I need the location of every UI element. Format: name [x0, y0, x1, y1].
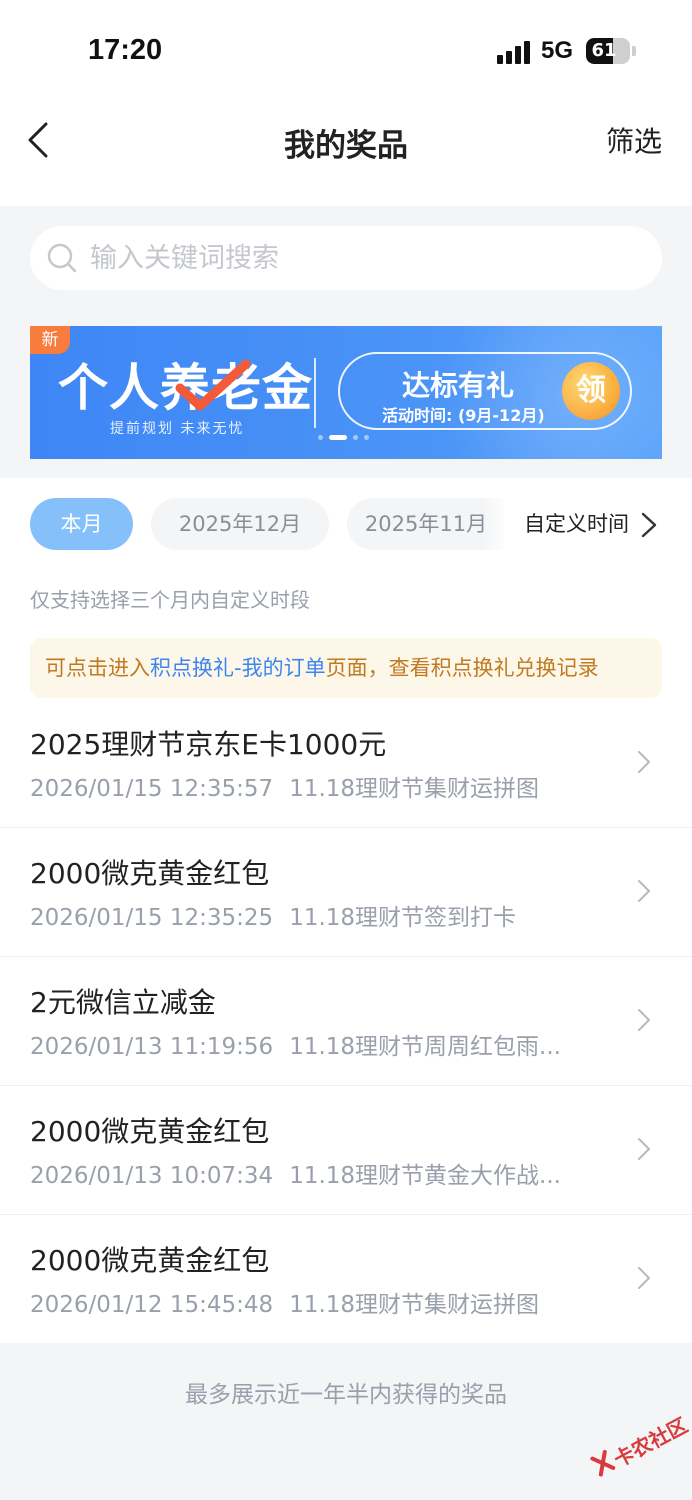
chevron-right-icon [638, 1138, 650, 1160]
prize-time: 2026/01/15 12:35:57 [30, 776, 274, 802]
nav-bar: 我的奖品 筛选 [0, 100, 692, 206]
search-icon [47, 243, 77, 273]
prize-title: 2025理财节京东E卡1000元 [30, 728, 387, 761]
prize-source: 11.18理财节黄金大作战... [289, 1163, 561, 1189]
footer-note: 最多展示近一年半内获得的奖品 [185, 1382, 507, 1408]
chevron-right-icon [638, 880, 650, 902]
prize-time: 2026/01/13 10:07:34 [30, 1163, 274, 1189]
prize-title: 2000微克黄金红包 [30, 1244, 270, 1277]
carousel-dot [353, 435, 358, 440]
prize-source: 11.18理财节集财运拼图 [289, 1292, 540, 1318]
prize-meta: 2026/01/12 15:45:48 11.18理财节集财运拼图 [30, 1285, 539, 1319]
banner-divider [314, 358, 316, 428]
prize-item[interactable]: 2000微克黄金红包 2026/01/15 12:35:25 11.18理财节签到… [0, 828, 692, 957]
prize-title: 2000微克黄金红包 [30, 857, 270, 890]
search-area: 新 个人养老金 提前规划 未来无忧 达标有礼 活动时间: (9月-12月) 领 [0, 206, 692, 478]
orders-link[interactable]: 积点换礼-我的订单 [150, 656, 326, 680]
prize-content: 本月 2025年12月 2025年11月 自定义时间 仅支持选择三个月内自定义时… [0, 478, 692, 1343]
prize-meta: 2026/01/15 12:35:25 11.18理财节签到打卡 [30, 898, 516, 932]
prize-meta: 2026/01/13 10:07:34 11.18理财节黄金大作战... [30, 1156, 561, 1190]
prize-item[interactable]: 2000微克黄金红包 2026/01/13 10:07:34 11.18理财节黄金… [0, 1086, 692, 1215]
signal-icon [497, 40, 533, 64]
custom-time-button[interactable]: 自定义时间 [524, 508, 629, 538]
chevron-right-icon [638, 751, 650, 773]
banner-cta-label: 达标有礼 [402, 369, 515, 402]
page-title: 我的奖品 [284, 128, 408, 164]
chevron-right-icon [638, 1267, 650, 1289]
prize-title: 2000微克黄金红包 [30, 1115, 270, 1148]
prize-title: 2元微信立减金 [30, 986, 216, 1019]
banner-activity-time: 活动时间: (9月-12月) [382, 406, 545, 425]
prize-meta: 2026/01/15 12:35:57 11.18理财节集财运拼图 [30, 769, 539, 803]
promo-banner[interactable]: 新 个人养老金 提前规划 未来无忧 达标有礼 活动时间: (9月-12月) 领 [30, 326, 662, 459]
watermark-text: 卡农社区 [609, 1412, 692, 1472]
carousel-indicator [318, 435, 375, 441]
chip-this-month[interactable]: 本月 [30, 498, 133, 550]
prize-source: 11.18理财节周周红包雨... [289, 1034, 561, 1060]
network-type: 5G [541, 37, 574, 64]
prize-time: 2026/01/15 12:35:25 [30, 905, 274, 931]
carousel-dot [364, 435, 369, 440]
checkmark-icon [175, 359, 251, 411]
carousel-dot [318, 435, 323, 440]
battery-tip [632, 46, 636, 56]
prize-source: 11.18理财节签到打卡 [289, 905, 517, 931]
prize-meta: 2026/01/13 11:19:56 11.18理财节周周红包雨... [30, 1027, 561, 1061]
notice-suffix: 页面，查看积点换礼兑换记录 [325, 656, 599, 680]
banner-subtitle: 提前规划 未来无忧 [110, 421, 245, 437]
prize-item[interactable]: 2000微克黄金红包 2026/01/12 15:45:48 11.18理财节集财… [0, 1215, 692, 1344]
chip-fade [482, 498, 508, 550]
prize-item[interactable]: 2025理财节京东E卡1000元 2026/01/15 12:35:57 11.1… [0, 699, 692, 828]
search-box[interactable] [30, 226, 662, 290]
chevron-right-icon[interactable] [640, 511, 658, 539]
battery-icon: 61 [586, 38, 630, 64]
battery-level: 61 [591, 40, 617, 61]
carousel-dot [329, 435, 347, 440]
prize-time: 2026/01/12 15:45:48 [30, 1292, 274, 1318]
prize-time: 2026/01/13 11:19:56 [30, 1034, 274, 1060]
chevron-right-icon [638, 1009, 650, 1031]
search-input[interactable] [90, 226, 650, 290]
watermark: 卡农社区 [582, 1398, 692, 1498]
prize-list: 2025理财节京东E卡1000元 2026/01/15 12:35:57 11.1… [0, 699, 692, 1344]
chip-2025-12[interactable]: 2025年12月 [151, 498, 329, 550]
status-time: 17:20 [88, 34, 163, 66]
custom-time-hint: 仅支持选择三个月内自定义时段 [30, 588, 310, 612]
status-bar: 17:20 5G 61 [0, 0, 692, 100]
notice-prefix: 可点击进入 [45, 656, 150, 680]
prize-source: 11.18理财节集财运拼图 [289, 776, 540, 802]
prize-item[interactable]: 2元微信立减金 2026/01/13 11:19:56 11.18理财节周周红包雨… [0, 957, 692, 1086]
filter-button[interactable]: 筛选 [606, 120, 662, 160]
claim-button[interactable]: 领 [562, 362, 620, 420]
notice-bar: 可点击进入积点换礼-我的订单页面，查看积点换礼兑换记录 [30, 638, 662, 698]
banner-cta-pill[interactable]: 达标有礼 活动时间: (9月-12月) 领 [338, 352, 632, 430]
